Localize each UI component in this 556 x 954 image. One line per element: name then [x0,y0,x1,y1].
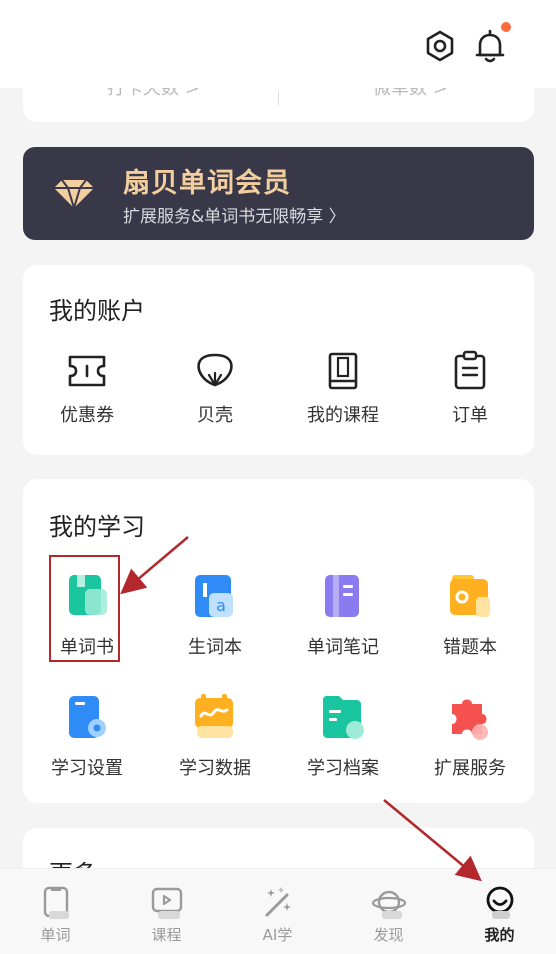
tab-courses-label: 课程 [151,926,182,944]
smiley-icon [483,885,517,919]
membership-subtitle: 扩展服务&单词书无限畅享 〉 [123,207,346,227]
shell-label: 贝壳 [197,405,233,426]
annotation-arrows [120,536,482,882]
word-notes-label: 单词笔记 [307,637,379,658]
tab-mine[interactable]: 我的 [444,869,555,954]
diamond-icon [52,178,96,214]
course-tab-icon [150,885,184,919]
annotation-highlight-box [49,555,120,662]
notification-bell-icon[interactable] [470,22,511,66]
study-archive-label: 学习档案 [307,758,379,779]
tab-ai-learn-label: AI学 [262,926,293,944]
new-words-label: 生词本 [188,637,242,658]
ai-magic-icon [261,885,295,919]
bottom-tab-bar: 单词 课程 AI学 发现 我的 [0,868,556,954]
new-words-entry[interactable]: a 生词本 [151,569,279,659]
top-header [0,0,556,88]
study-data-entry[interactable]: 学习数据 [151,690,279,780]
coupon-entry[interactable]: 优惠券 [23,349,151,427]
study-settings-label: 学习设置 [51,758,123,779]
word-notes-entry[interactable]: 单词笔记 [279,569,407,659]
my-courses-label: 我的课程 [307,405,379,426]
stats-divider [278,90,279,106]
shell-entry[interactable]: 贝壳 [151,349,279,427]
tab-words[interactable]: 单词 [0,869,111,954]
membership-banner[interactable]: 扇贝单词会员 扩展服务&单词书无限畅享 〉 [23,147,534,240]
tab-discover-label: 发现 [373,926,404,944]
mistakes-book-label: 错题本 [443,637,497,658]
mistakes-book-entry[interactable]: 错题本 [406,569,534,659]
account-card: 我的账户 优惠券 贝壳 我的课程 订单 [23,265,534,455]
tab-mine-label: 我的 [484,926,515,944]
study-data-label: 学习数据 [179,758,251,779]
word-tab-icon [39,885,73,919]
study-archive-icon [315,690,371,746]
study-settings-entry[interactable]: 学习设置 [23,690,151,780]
shell-icon [193,349,237,393]
svg-text:a: a [216,596,226,615]
mistakes-book-icon [442,569,498,625]
study-archive-entry[interactable]: 学习档案 [279,690,407,780]
extension-puzzle-icon [442,690,498,746]
settings-icon[interactable] [420,26,460,66]
extension-services-entry[interactable]: 扩展服务 [406,690,534,780]
order-clipboard-icon [448,349,492,393]
tab-words-label: 单词 [40,926,71,944]
stat-link-right[interactable]: 微单数 > [373,88,448,100]
learning-title: 我的学习 [49,513,145,541]
new-words-icon: a [187,569,243,625]
orders-label: 订单 [452,405,488,426]
my-courses-entry[interactable]: 我的课程 [279,349,407,427]
tab-discover[interactable]: 发现 [333,869,444,954]
tab-ai-learn[interactable]: AI学 [222,869,333,954]
stats-card: 打卡天数 > 微单数 > [23,88,534,122]
coupon-icon [65,349,109,393]
account-title: 我的账户 [49,297,145,325]
membership-title: 扇贝单词会员 [123,168,291,199]
orders-entry[interactable]: 订单 [406,349,534,427]
course-book-icon [321,349,365,393]
coupon-label: 优惠券 [60,405,114,426]
study-data-icon [187,690,243,746]
extension-services-label: 扩展服务 [434,758,506,779]
study-settings-icon [59,690,115,746]
word-notes-icon [315,569,371,625]
tab-courses[interactable]: 课程 [111,869,222,954]
checkin-days-link[interactable]: 打卡天数 > [107,88,200,100]
notification-badge [501,22,511,32]
planet-icon [371,885,406,919]
